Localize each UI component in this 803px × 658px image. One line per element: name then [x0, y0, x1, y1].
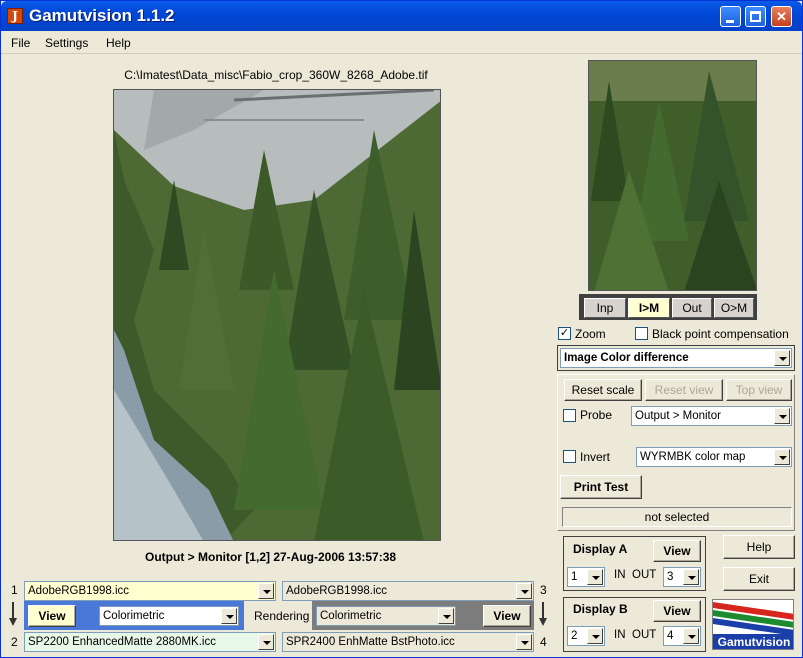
profile-4-select[interactable]: SPR2400 EnhMatte BstPhoto.icc: [282, 632, 534, 652]
profile-1-value: AdobeRGB1998.icc: [28, 585, 130, 597]
output-view-button[interactable]: View: [483, 605, 531, 627]
zoom-checkbox[interactable]: ✓: [558, 327, 571, 340]
matlab-app-icon: J: [7, 8, 23, 24]
maximize-icon: [750, 11, 761, 22]
display-a-out-label: OUT: [632, 569, 657, 581]
display-a-view-button[interactable]: View: [653, 540, 701, 562]
input-rendering-select[interactable]: Colorimetric: [99, 606, 239, 626]
menu-bar: File Settings Help: [1, 32, 802, 54]
menu-help[interactable]: Help: [106, 36, 131, 50]
tab-input-to-monitor[interactable]: I>M: [628, 298, 670, 318]
input-view-button[interactable]: View: [28, 605, 76, 627]
gamutvision-logo: Gamutvision: [712, 599, 794, 650]
app-window: J Gamutvision 1.1.2 ✕ File Settings Help…: [0, 0, 803, 658]
display-a-title: Display A: [573, 542, 628, 556]
invert-checkbox[interactable]: [563, 450, 576, 463]
chevron-down-icon: [221, 608, 237, 624]
image-caption: Output > Monitor [1,2] 27-Aug-2006 13:57…: [145, 550, 397, 564]
down-arrow-left-icon: [9, 602, 17, 628]
output-rendering-value: Colorimetric: [320, 610, 382, 622]
display-b-in-label: IN: [614, 629, 626, 641]
color-map-select[interactable]: WYRMBK color map: [636, 447, 792, 467]
profile-1-select[interactable]: AdobeRGB1998.icc: [24, 581, 276, 601]
display-a-in-select[interactable]: 1: [567, 567, 605, 587]
chevron-down-icon: [516, 583, 532, 599]
display-a-out-value: 3: [667, 571, 674, 583]
status-field: not selected: [562, 507, 792, 527]
title-bar[interactable]: J Gamutvision 1.1.2 ✕: [1, 1, 802, 31]
probe-value: Output > Monitor: [635, 410, 721, 422]
chevron-down-icon: [683, 628, 699, 644]
exit-button[interactable]: Exit: [723, 567, 795, 591]
print-test-button[interactable]: Print Test: [560, 475, 642, 499]
chevron-down-icon: [683, 569, 699, 585]
rendering-label: Rendering: [254, 609, 310, 623]
image-file-path: C:\Imatest\Data_misc\Fabio_crop_360W_826…: [124, 68, 428, 82]
help-button[interactable]: Help: [723, 535, 795, 559]
display-a-out-select[interactable]: 3: [663, 567, 701, 587]
chevron-down-icon: [587, 569, 603, 585]
profile-2-value: SP2200 EnhancedMatte 2880MK.icc: [28, 636, 216, 648]
minimize-icon: [726, 20, 734, 23]
profile-2-select[interactable]: SP2200 EnhancedMatte 2880MK.icc: [24, 632, 276, 652]
chevron-down-icon: [438, 608, 454, 624]
profile-2-number: 2: [11, 635, 18, 649]
menu-file[interactable]: File: [11, 36, 30, 50]
down-arrow-right-icon: [539, 602, 547, 628]
logo-text: Gamutvision: [717, 635, 791, 649]
chevron-down-icon: [258, 634, 274, 650]
maximize-button[interactable]: [745, 6, 766, 27]
zoom-label: Zoom: [575, 327, 606, 341]
display-b-in-select[interactable]: 2: [567, 626, 605, 646]
minimize-button[interactable]: [720, 6, 741, 27]
display-a-in-value: 1: [571, 571, 578, 583]
probe-checkbox[interactable]: [563, 409, 576, 422]
top-view-button[interactable]: Top view: [726, 379, 792, 401]
profile-4-value: SPR2400 EnhMatte BstPhoto.icc: [286, 636, 455, 648]
profile-1-number: 1: [11, 583, 18, 597]
display-a-in-label: IN: [614, 569, 626, 581]
input-rendering-value: Colorimetric: [103, 610, 165, 622]
black-point-label: Black point compensation: [652, 327, 789, 341]
chevron-down-icon: [516, 634, 532, 650]
chevron-down-icon: [774, 350, 790, 366]
display-mode-value: Image Color difference: [564, 352, 689, 364]
profile-3-select[interactable]: AdobeRGB1998.icc: [282, 581, 534, 601]
probe-label: Probe: [580, 408, 613, 422]
main-image[interactable]: [113, 89, 441, 541]
profile-4-number: 4: [540, 635, 547, 649]
profile-3-value: AdobeRGB1998.icc: [286, 585, 388, 597]
display-b-title: Display B: [573, 602, 628, 616]
output-rendering-select[interactable]: Colorimetric: [316, 606, 456, 626]
black-point-checkbox[interactable]: [635, 327, 648, 340]
chevron-down-icon: [258, 583, 274, 599]
tab-output-to-monitor[interactable]: O>M: [714, 298, 754, 318]
chevron-down-icon: [774, 408, 790, 424]
chevron-down-icon: [774, 449, 790, 465]
probe-select[interactable]: Output > Monitor: [631, 406, 792, 426]
tab-input[interactable]: Inp: [584, 298, 626, 318]
display-b-out-select[interactable]: 4: [663, 626, 701, 646]
display-b-out-value: 4: [667, 630, 674, 642]
reset-view-button[interactable]: Reset view: [645, 379, 723, 401]
chevron-down-icon: [587, 628, 603, 644]
tab-output[interactable]: Out: [672, 298, 712, 318]
display-mode-select[interactable]: Image Color difference: [560, 348, 792, 368]
profile-3-number: 3: [540, 583, 547, 597]
display-b-view-button[interactable]: View: [653, 600, 701, 622]
preview-image[interactable]: [588, 60, 757, 291]
display-b-out-label: OUT: [632, 629, 657, 641]
reset-scale-button[interactable]: Reset scale: [564, 379, 642, 401]
window-title: Gamutvision 1.1.2: [29, 6, 175, 25]
color-map-value: WYRMBK color map: [640, 451, 746, 463]
menu-settings[interactable]: Settings: [45, 36, 88, 50]
close-button[interactable]: ✕: [771, 6, 792, 27]
invert-label: Invert: [580, 450, 611, 464]
checkmark-icon: ✓: [559, 327, 570, 339]
close-icon: ✕: [776, 9, 787, 24]
display-b-in-value: 2: [571, 630, 578, 642]
